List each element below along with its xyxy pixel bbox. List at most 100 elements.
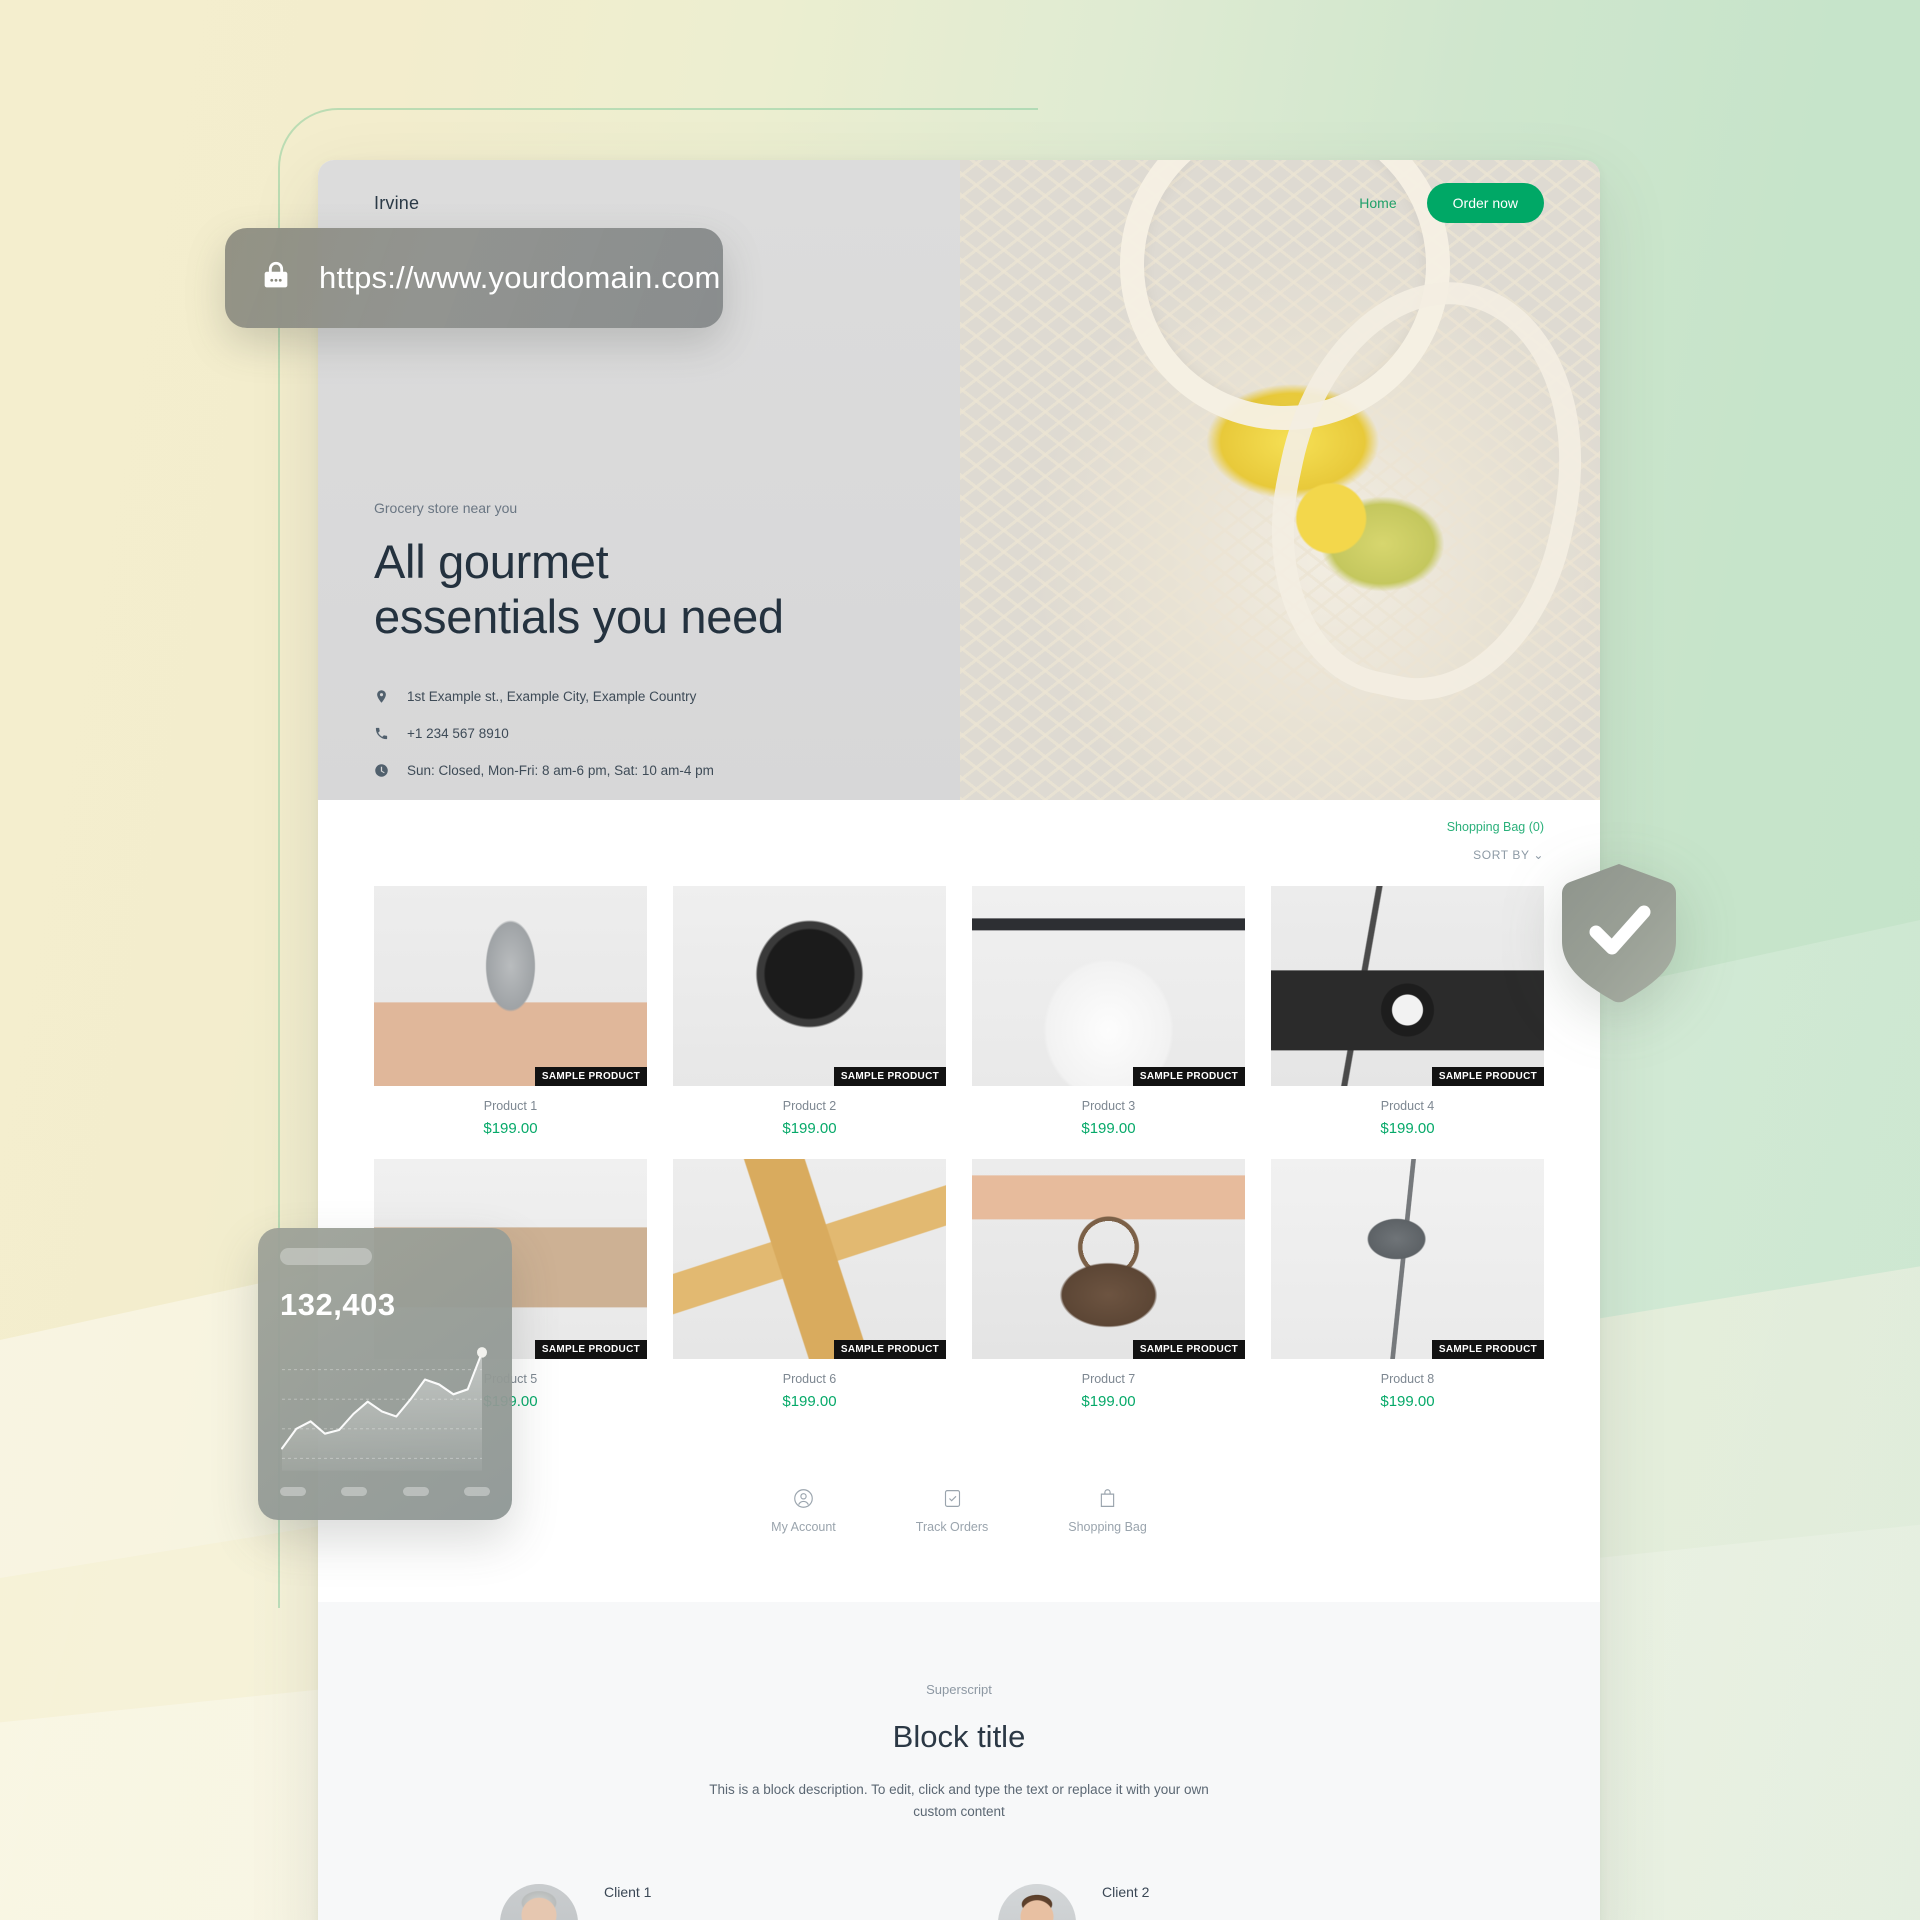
- sample-product-tag: SAMPLE PRODUCT: [1431, 1067, 1544, 1086]
- product-name: Product 6: [782, 1372, 837, 1386]
- account-links-row: My Account Track Orders Shopping Bag: [374, 1488, 1544, 1602]
- stats-card-title-placeholder: [280, 1248, 372, 1265]
- product-price: $199.00: [1380, 1393, 1435, 1410]
- product-thumbnail: SAMPLE PRODUCT: [673, 1159, 946, 1359]
- sort-by-label: SORT BY: [1473, 848, 1530, 862]
- nav-right-group: Home Order now: [1359, 183, 1544, 223]
- order-now-button[interactable]: Order now: [1426, 183, 1544, 223]
- contact-address-row: 1st Example st., Example City, Example C…: [374, 689, 934, 704]
- product-grid: SAMPLE PRODUCT Product 1 $199.00 SAMPLE …: [374, 886, 1544, 1410]
- account-link-track-orders[interactable]: Track Orders: [916, 1488, 988, 1536]
- contact-hours-row: Sun: Closed, Mon-Fri: 8 am-6 pm, Sat: 10…: [374, 763, 934, 778]
- product-name: Product 3: [1081, 1099, 1136, 1113]
- lock-icon: [259, 259, 293, 298]
- product-name: Product 8: [1380, 1372, 1435, 1386]
- testimonial-name: Client 2: [1102, 1884, 1150, 1901]
- product-card[interactable]: SAMPLE PRODUCT Product 1 $199.00: [374, 886, 647, 1137]
- sample-product-tag: SAMPLE PRODUCT: [534, 1340, 647, 1359]
- stats-card: 132,403: [258, 1228, 512, 1520]
- block-description: This is a block description. To edit, cl…: [709, 1782, 1209, 1819]
- product-name: Product 1: [483, 1099, 538, 1113]
- product-card[interactable]: SAMPLE PRODUCT Product 4 $199.00: [1271, 886, 1544, 1137]
- product-name: Product 7: [1081, 1372, 1136, 1386]
- shopping-bag-icon: [1068, 1488, 1147, 1509]
- shield-check-icon: [1562, 864, 1676, 1003]
- block-title: Block title: [892, 1719, 1026, 1754]
- product-thumbnail: SAMPLE PRODUCT: [1271, 886, 1544, 1086]
- clock-icon: [374, 763, 389, 778]
- contact-hours-text: Sun: Closed, Mon-Fri: 8 am-6 pm, Sat: 10…: [407, 762, 714, 778]
- stats-card-footer-placeholders: [280, 1487, 490, 1496]
- testimonial-body: Client 2 Use this testimonial to highlig…: [1102, 1884, 1418, 1920]
- product-card[interactable]: SAMPLE PRODUCT Product 7 $199.00: [972, 1159, 1245, 1410]
- product-card[interactable]: SAMPLE PRODUCT Product 2 $199.00: [673, 886, 946, 1137]
- avatar: [998, 1884, 1076, 1920]
- hero-title-line-2: essentials you need: [374, 590, 784, 644]
- testimonial-body: Client 1 Use this testimonial to highlig…: [604, 1884, 920, 1920]
- product-thumbnail: SAMPLE PRODUCT: [374, 886, 647, 1086]
- nav-link-home[interactable]: Home: [1359, 195, 1396, 211]
- contact-address-text: 1st Example st., Example City, Example C…: [407, 688, 697, 704]
- product-price: $199.00: [1380, 1120, 1435, 1137]
- stats-value: 132,403: [280, 1287, 396, 1322]
- account-link-shopping-bag[interactable]: Shopping Bag: [1068, 1488, 1147, 1536]
- shopping-bag-row: Shopping Bag (0) SORT BY ⌄: [374, 818, 1544, 862]
- website-preview-card: Irvine Home Order now Grocery store near…: [318, 160, 1600, 1920]
- account-link-label: Shopping Bag: [1068, 1520, 1147, 1534]
- site-navigation: Irvine Home Order now: [318, 160, 1600, 246]
- product-card[interactable]: SAMPLE PRODUCT Product 8 $199.00: [1271, 1159, 1544, 1410]
- testimonial-card: “ Client 2 Use this testimonial to highl…: [998, 1884, 1418, 1920]
- stats-chart: [280, 1339, 490, 1477]
- hero-title: All gourmet essentials you need: [374, 534, 934, 645]
- location-pin-icon: [374, 689, 389, 704]
- product-card[interactable]: SAMPLE PRODUCT Product 6 $199.00: [673, 1159, 946, 1410]
- block-superscript: Superscript: [926, 1682, 992, 1697]
- sample-product-tag: SAMPLE PRODUCT: [1132, 1340, 1245, 1359]
- block-section: Superscript Block title This is a block …: [318, 1602, 1600, 1920]
- verified-shield-badge: [1556, 862, 1682, 1004]
- chevron-down-icon: ⌄: [1533, 848, 1544, 862]
- product-price: $199.00: [782, 1393, 837, 1410]
- sample-product-tag: SAMPLE PRODUCT: [1132, 1067, 1245, 1086]
- product-thumbnail: SAMPLE PRODUCT: [673, 886, 946, 1086]
- avatar-wrapper: “: [500, 1884, 578, 1920]
- footer-placeholder: [280, 1487, 306, 1496]
- contact-phone-text: +1 234 567 8910: [407, 725, 509, 741]
- shopping-bag-link[interactable]: Shopping Bag (0): [1447, 820, 1544, 834]
- testimonial-name: Client 1: [604, 1884, 652, 1901]
- footer-placeholder: [341, 1487, 368, 1496]
- sample-product-tag: SAMPLE PRODUCT: [534, 1067, 647, 1086]
- url-text: https://www.yourdomain.com: [319, 260, 721, 295]
- hero-title-line-1: All gourmet: [374, 535, 609, 588]
- contact-phone-row: +1 234 567 8910: [374, 726, 934, 741]
- account-link-label: My Account: [771, 1520, 836, 1534]
- product-card[interactable]: SAMPLE PRODUCT Product 3 $199.00: [972, 886, 1245, 1137]
- stats-line-chart: [281, 1347, 487, 1471]
- footer-placeholder: [402, 1487, 429, 1496]
- product-name: Product 4: [1380, 1099, 1435, 1113]
- hero-eyebrow: Grocery store near you: [374, 500, 518, 516]
- user-circle-icon: [771, 1488, 836, 1509]
- brand-logo[interactable]: Irvine: [374, 193, 419, 214]
- account-link-label: Track Orders: [915, 1520, 989, 1534]
- account-link-my-account[interactable]: My Account: [771, 1488, 836, 1536]
- product-price: $199.00: [1081, 1120, 1136, 1137]
- footer-placeholder: [463, 1487, 490, 1496]
- sample-product-tag: SAMPLE PRODUCT: [1431, 1340, 1544, 1359]
- product-thumbnail: SAMPLE PRODUCT: [972, 886, 1245, 1086]
- testimonials-row: “ Client 1 Use this testimonial to highl…: [374, 1884, 1544, 1920]
- product-thumbnail: SAMPLE PRODUCT: [972, 1159, 1245, 1359]
- product-thumbnail: SAMPLE PRODUCT: [1271, 1159, 1544, 1359]
- avatar-wrapper: “: [998, 1884, 1076, 1920]
- product-price: $199.00: [483, 1120, 538, 1137]
- sample-product-tag: SAMPLE PRODUCT: [833, 1067, 946, 1086]
- sort-by-dropdown[interactable]: SORT BY ⌄: [374, 848, 1544, 862]
- product-price: $199.00: [1081, 1393, 1136, 1410]
- phone-icon: [374, 726, 389, 741]
- sample-product-tag: SAMPLE PRODUCT: [833, 1340, 946, 1359]
- clipboard-check-icon: [916, 1488, 988, 1509]
- hero-image-mesh-bag: [960, 160, 1600, 800]
- avatar: [500, 1884, 578, 1920]
- product-name: Product 2: [782, 1099, 837, 1113]
- testimonial-card: “ Client 1 Use this testimonial to highl…: [500, 1884, 920, 1920]
